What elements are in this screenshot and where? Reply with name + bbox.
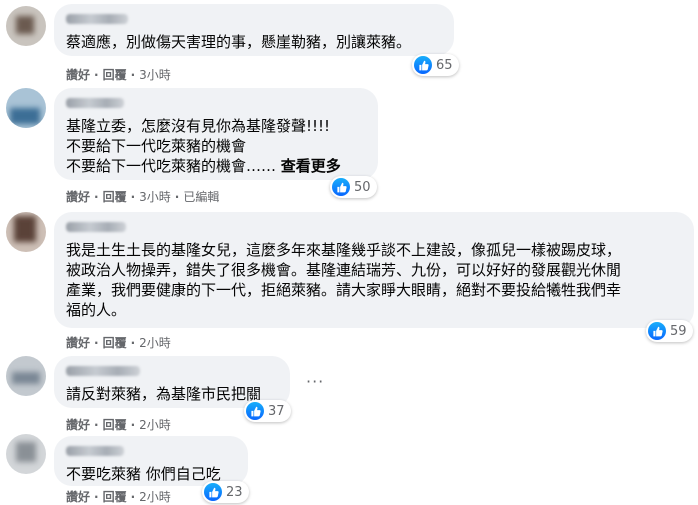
reply-link[interactable]: 回覆 xyxy=(103,188,127,205)
more-dots-icon[interactable]: ··· xyxy=(306,372,324,391)
reaction-count[interactable]: 59 xyxy=(646,320,693,342)
reply-link[interactable]: 回覆 xyxy=(103,488,127,505)
like-thumb-icon xyxy=(414,56,432,74)
separator: · xyxy=(94,189,99,204)
comment-actions: 讚好 · 回覆 · 2小時 xyxy=(66,334,171,351)
timestamp[interactable]: 2小時 xyxy=(139,488,171,505)
edited-label[interactable]: 已編輯 xyxy=(183,188,219,205)
author-name[interactable] xyxy=(66,366,140,376)
author-name[interactable] xyxy=(66,14,128,24)
separator: · xyxy=(130,489,136,504)
separator: · xyxy=(130,189,136,204)
avatar[interactable] xyxy=(6,356,46,396)
like-link[interactable]: 讚好 xyxy=(66,334,90,351)
comment-bubble: 不要吃萊豬 你們自己吃 xyxy=(54,436,248,486)
separator: · xyxy=(94,489,99,504)
timestamp[interactable]: 3小時 xyxy=(139,66,171,83)
reaction-number: 37 xyxy=(268,403,285,419)
separator: · xyxy=(130,335,136,350)
comment-bubble: 基隆立委，怎麼沒有見你為基隆發聲!!!! 不要給下一代吃萊豬的機會 不要給下一代… xyxy=(54,88,378,180)
comment-text: 我是土生土長的基隆女兒，這麼多年來基隆幾乎談不上建設，像孤兒一樣被踢皮球， 被政… xyxy=(66,241,622,319)
reaction-number: 59 xyxy=(670,323,687,339)
comment-bubble: 我是土生土長的基隆女兒，這麼多年來基隆幾乎談不上建設，像孤兒一樣被踢皮球， 被政… xyxy=(54,212,694,328)
like-thumb-icon xyxy=(648,322,666,340)
reaction-number: 65 xyxy=(436,57,453,73)
like-link[interactable]: 讚好 xyxy=(66,188,90,205)
like-link[interactable]: 讚好 xyxy=(66,66,90,83)
author-name[interactable] xyxy=(66,98,124,108)
separator: · xyxy=(94,67,99,82)
reaction-number: 23 xyxy=(226,484,243,500)
like-thumb-icon xyxy=(246,402,264,420)
separator: · xyxy=(94,335,99,350)
comment-text: 基隆立委，怎麼沒有見你為基隆發聲!!!! 不要給下一代吃萊豬的機會 不要給下一代… xyxy=(66,117,341,175)
like-link[interactable]: 讚好 xyxy=(66,488,90,505)
reply-link[interactable]: 回覆 xyxy=(103,334,127,351)
avatar[interactable] xyxy=(6,434,46,474)
timestamp[interactable]: 2小時 xyxy=(139,334,171,351)
reaction-count[interactable]: 37 xyxy=(244,400,291,422)
comment-text: 請反對萊豬，為基隆市民把關 xyxy=(66,385,262,403)
like-thumb-icon xyxy=(204,483,222,501)
avatar[interactable] xyxy=(6,88,46,128)
reply-link[interactable]: 回覆 xyxy=(103,66,127,83)
timestamp[interactable]: 3小時 xyxy=(139,188,171,205)
reaction-number: 50 xyxy=(354,179,371,195)
separator: · xyxy=(174,189,180,204)
comment-bubble: 蔡適應，別做傷天害理的事，懸崖勒豬，別讓萊豬。 xyxy=(54,4,454,56)
like-link[interactable]: 讚好 xyxy=(66,416,90,433)
timestamp[interactable]: 2小時 xyxy=(139,416,171,433)
author-name[interactable] xyxy=(66,446,124,456)
like-thumb-icon xyxy=(332,178,350,196)
reply-link[interactable]: 回覆 xyxy=(103,416,127,433)
reaction-count[interactable]: 23 xyxy=(202,481,249,503)
comment-actions: 讚好 · 回覆 · 3小時 · 已編輯 xyxy=(66,188,219,205)
comment-text: 蔡適應，別做傷天害理的事，懸崖勒豬，別讓萊豬。 xyxy=(66,33,412,51)
comment-actions: 讚好 · 回覆 · 3小時 xyxy=(66,66,171,83)
avatar[interactable] xyxy=(6,212,46,252)
see-more-link[interactable]: 查看更多 xyxy=(281,157,341,175)
author-name[interactable] xyxy=(66,222,126,232)
comment-actions: 讚好 · 回覆 · 2小時 xyxy=(66,488,171,505)
reaction-count[interactable]: 50 xyxy=(330,176,377,198)
separator: · xyxy=(130,67,136,82)
separator: · xyxy=(94,417,99,432)
comment-actions: 讚好 · 回覆 · 2小時 xyxy=(66,416,171,433)
separator: · xyxy=(130,417,136,432)
reaction-count[interactable]: 65 xyxy=(412,54,459,76)
avatar[interactable] xyxy=(6,6,46,46)
